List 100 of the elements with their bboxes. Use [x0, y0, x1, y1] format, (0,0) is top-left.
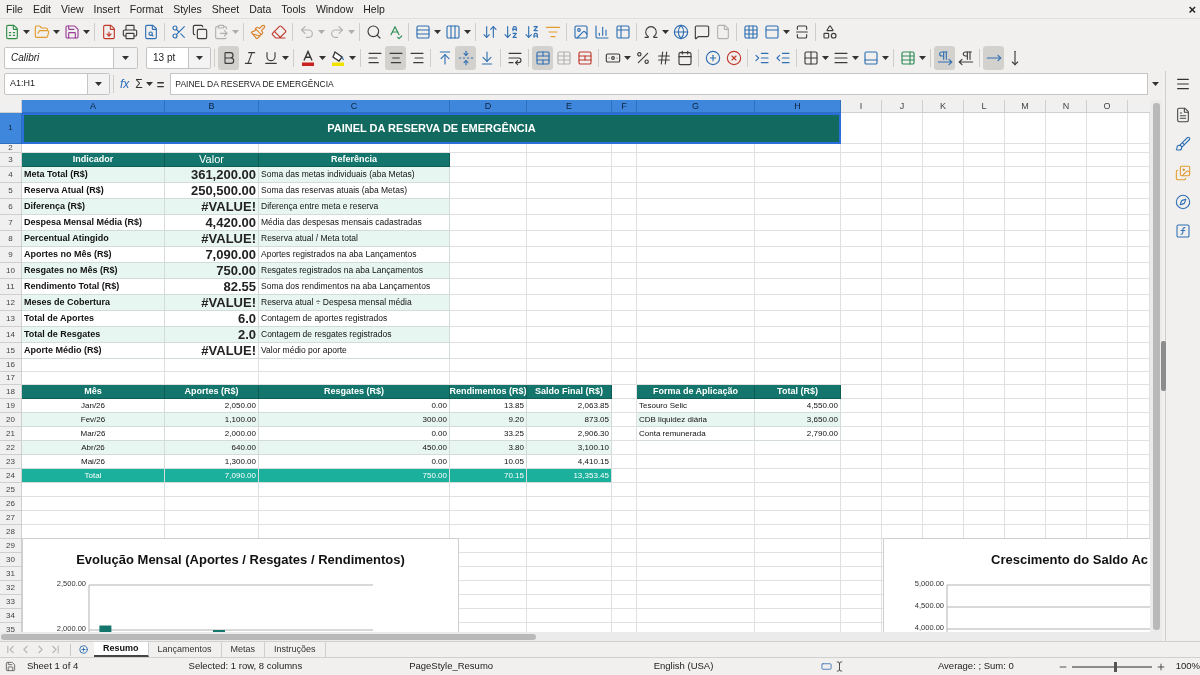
row-header[interactable]: 18 — [0, 385, 22, 399]
caret-icon[interactable] — [53, 29, 60, 34]
menu-item[interactable]: File — [1, 3, 28, 15]
row-header[interactable]: 1 — [0, 113, 22, 144]
row-header[interactable]: 9 — [0, 247, 22, 263]
caret-icon[interactable] — [434, 29, 441, 34]
row-header[interactable]: 7 — [0, 215, 22, 231]
column-header[interactable]: I — [841, 100, 882, 113]
font-size-field[interactable]: 13 pt — [146, 46, 211, 69]
vertical-scrollbar[interactable] — [1150, 100, 1162, 641]
menu-item[interactable]: Styles — [168, 3, 207, 15]
row-header[interactable]: 31 — [0, 567, 22, 581]
row-header[interactable]: 29 — [0, 539, 22, 553]
caret-icon[interactable] — [83, 29, 90, 34]
column-header[interactable]: B — [165, 100, 259, 113]
close-button[interactable]: × — [1188, 2, 1196, 16]
row-header[interactable]: 13 — [0, 311, 22, 327]
row-header[interactable]: 30 — [0, 553, 22, 567]
function-icon[interactable] — [1175, 223, 1191, 239]
formula-input[interactable]: PAINEL DA RESERVA DE EMERGÊNCIA — [170, 73, 1148, 95]
brush-icon[interactable] — [1175, 136, 1191, 152]
document-icon[interactable] — [1175, 107, 1191, 123]
column-header[interactable]: A — [22, 100, 165, 113]
sum-button[interactable]: Σ — [132, 73, 146, 95]
row-header[interactable]: 24 — [0, 469, 22, 483]
column-header[interactable]: C — [259, 100, 450, 113]
compass-icon[interactable] — [1175, 194, 1191, 210]
horizontal-scrollbar[interactable] — [0, 632, 1150, 641]
dropdown-button[interactable] — [188, 47, 210, 68]
slider-thumb[interactable] — [1114, 661, 1118, 672]
column-header[interactable]: D — [450, 100, 527, 113]
row-header[interactable]: 28 — [0, 525, 22, 539]
formula-button[interactable]: = — [153, 73, 168, 95]
row-header[interactable]: 26 — [0, 497, 22, 511]
caret-icon[interactable] — [282, 55, 289, 60]
row-header[interactable]: 4 — [0, 167, 22, 183]
caret-icon[interactable] — [122, 55, 129, 60]
scrollbar-thumb[interactable] — [1, 633, 536, 640]
sheet-tab[interactable]: Lançamentos — [148, 642, 222, 657]
row-header[interactable]: 10 — [0, 263, 22, 279]
caret-icon[interactable] — [95, 82, 102, 86]
menu-item[interactable]: Tools — [276, 3, 311, 15]
menu-item[interactable]: View — [56, 3, 89, 15]
row-header[interactable]: 19 — [0, 399, 22, 413]
row-header[interactable]: 6 — [0, 199, 22, 215]
sidebar-handle[interactable] — [1161, 341, 1166, 391]
row-header[interactable]: 27 — [0, 511, 22, 525]
add-icon[interactable] — [79, 645, 88, 654]
caret-icon[interactable] — [319, 55, 326, 60]
row-header[interactable]: 25 — [0, 483, 22, 497]
row-header[interactable]: 3 — [0, 153, 22, 167]
caret-icon[interactable] — [822, 55, 829, 60]
row-header[interactable]: 8 — [0, 231, 22, 247]
row-header[interactable]: 15 — [0, 343, 22, 359]
caret-icon[interactable] — [196, 55, 203, 60]
language[interactable]: English (USA) — [653, 659, 714, 674]
caret-icon[interactable] — [662, 29, 669, 34]
caret-icon[interactable] — [783, 29, 790, 34]
row-header[interactable]: 2 — [0, 144, 22, 153]
row-header[interactable]: 11 — [0, 279, 22, 295]
function-wizard-button[interactable]: fx — [117, 73, 133, 95]
row-header[interactable]: 21 — [0, 427, 22, 441]
menu-item[interactable]: Insert — [88, 3, 125, 15]
column-header[interactable]: N — [1046, 100, 1087, 113]
zoom-percentage[interactable]: 100% — [1175, 659, 1200, 674]
dropdown-button[interactable] — [87, 74, 109, 94]
menu-icon[interactable] — [1175, 76, 1191, 92]
row-header[interactable]: 14 — [0, 327, 22, 343]
row-header[interactable]: 5 — [0, 183, 22, 199]
row-header[interactable]: 16 — [0, 359, 22, 372]
dropdown-button[interactable] — [113, 47, 137, 68]
column-header[interactable]: J — [882, 100, 923, 113]
row-header[interactable]: 20 — [0, 413, 22, 427]
column-header[interactable]: H — [755, 100, 841, 113]
row-header[interactable]: 32 — [0, 581, 22, 595]
caret-icon[interactable] — [464, 29, 471, 34]
column-header[interactable]: G — [637, 100, 755, 113]
caret-icon[interactable] — [349, 55, 356, 60]
caret-icon[interactable] — [23, 29, 30, 34]
caret-icon[interactable] — [882, 55, 889, 60]
column-header[interactable]: O — [1087, 100, 1128, 113]
sheet-tab[interactable]: Instruções — [265, 642, 326, 657]
row-header[interactable]: 17 — [0, 372, 22, 385]
column-header[interactable]: L — [964, 100, 1005, 113]
menu-item[interactable]: Window — [310, 3, 359, 15]
menu-item[interactable]: Edit — [27, 3, 56, 15]
row-header[interactable]: 22 — [0, 441, 22, 455]
font-name-field[interactable]: Calibri — [4, 46, 138, 69]
menu-item[interactable]: Format — [124, 3, 169, 15]
caret-icon[interactable] — [146, 82, 154, 86]
row-header[interactable]: 33 — [0, 595, 22, 609]
caret-icon[interactable] — [1151, 82, 1159, 86]
scrollbar-thumb[interactable] — [1152, 103, 1160, 630]
menu-item[interactable]: Help — [358, 3, 390, 15]
row-header[interactable]: 12 — [0, 295, 22, 311]
name-box-field[interactable]: A1:H1 — [4, 73, 110, 95]
caret-icon[interactable] — [852, 55, 859, 60]
menu-item[interactable]: Data — [244, 3, 277, 15]
zoom-in-icon[interactable] — [1155, 661, 1166, 672]
row-header[interactable]: 34 — [0, 609, 22, 623]
